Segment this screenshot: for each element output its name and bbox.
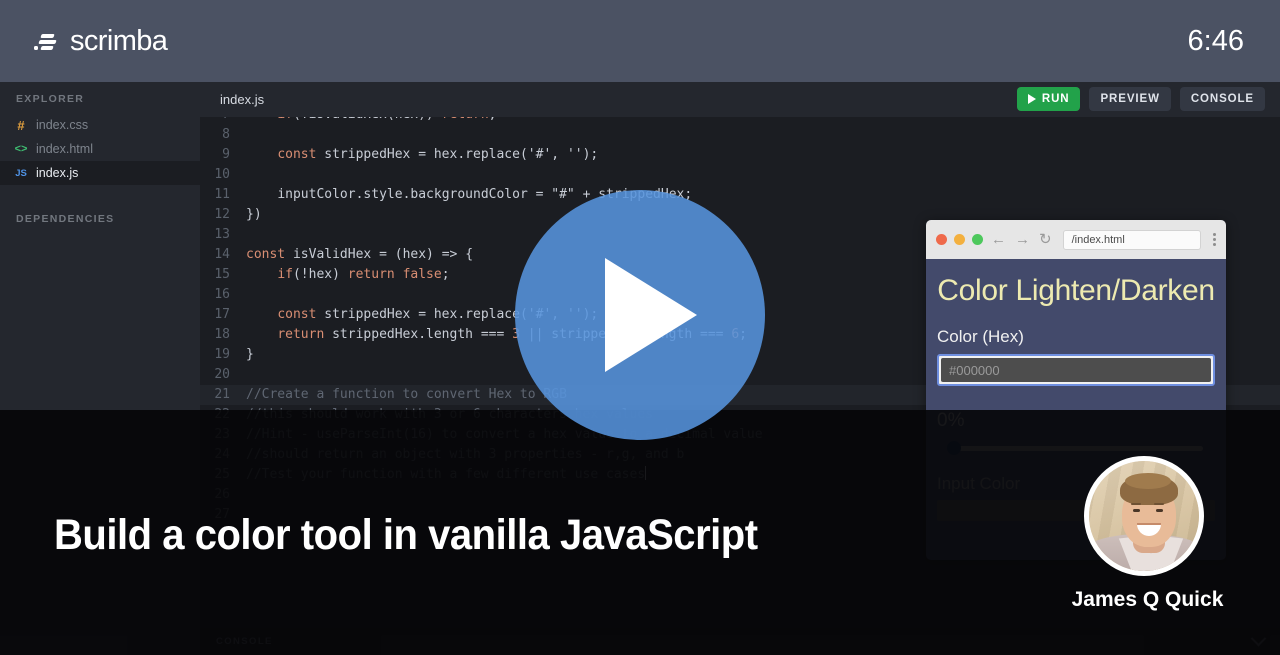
code-line: 11 inputColor.style.backgroundColor = "#… xyxy=(200,185,1280,205)
brand-logo[interactable]: scrimba xyxy=(34,24,168,58)
console-bar-label: CONSOLE xyxy=(216,636,273,647)
sidebar-item-label: index.css xyxy=(36,118,89,132)
arrow-right-icon[interactable]: → xyxy=(1015,232,1030,247)
sidebar-item-index-css[interactable]: # index.css xyxy=(0,113,200,137)
preview-button-label: PREVIEW xyxy=(1100,93,1160,105)
console-button-label: CONSOLE xyxy=(1190,93,1254,105)
run-button-label: RUN xyxy=(1041,93,1070,105)
preview-app-title: Color Lighten/Darken xyxy=(937,274,1215,307)
reload-icon[interactable]: ↻ xyxy=(1039,232,1052,247)
line-number: 17 xyxy=(214,307,230,322)
arrow-left-icon[interactable]: ← xyxy=(991,232,1006,247)
line-number: 19 xyxy=(214,347,230,362)
sidebar-item-index-js[interactable]: JS index.js xyxy=(0,161,200,185)
explorer-heading: EXPLORER xyxy=(16,93,85,105)
code-line: 9 const strippedHex = hex.replace('#', '… xyxy=(200,145,1280,165)
line-number: 23 xyxy=(214,427,230,442)
chevron-down-icon[interactable] xyxy=(1250,630,1267,647)
color-hex-input[interactable]: #000000 xyxy=(941,358,1211,382)
editor-tab-bar: index.js RUN PREVIEW CONSOLE xyxy=(200,82,1280,117)
slider-track xyxy=(949,446,1203,451)
line-number: 21 xyxy=(214,387,230,402)
presenter-avatar xyxy=(1084,456,1204,576)
video-title: Build a color tool in vanilla JavaScript xyxy=(54,511,758,559)
line-number: 25 xyxy=(214,467,230,482)
dependencies-heading: DEPENDENCIES xyxy=(16,213,115,225)
line-number: 20 xyxy=(214,367,230,382)
scrimba-screencast-screen: scrimba 6:46 EXPLORER # index.css <> ind… xyxy=(0,0,1280,655)
color-hex-input-wrapper[interactable]: #000000 xyxy=(937,354,1215,386)
line-number: 7 xyxy=(200,117,246,125)
console-bar[interactable]: CONSOLE xyxy=(200,628,1280,655)
code-tags-icon: <> xyxy=(14,143,28,155)
preview-button[interactable]: PREVIEW xyxy=(1089,87,1171,111)
line-number: 12 xyxy=(214,207,230,222)
presenter-name: James Q Quick xyxy=(1071,588,1224,611)
code-line: 10 xyxy=(200,165,1280,185)
file-explorer-sidebar: EXPLORER # index.css <> index.html JS in… xyxy=(0,82,200,655)
color-hex-label: Color (Hex) xyxy=(937,327,1024,346)
playback-clock: 6:46 xyxy=(1187,24,1244,57)
play-icon xyxy=(1027,94,1036,104)
play-button-icon[interactable] xyxy=(515,190,765,440)
line-number: 16 xyxy=(214,287,230,302)
line-number: 26 xyxy=(214,487,230,502)
console-button[interactable]: CONSOLE xyxy=(1179,87,1265,111)
run-button[interactable]: RUN xyxy=(1016,87,1081,111)
line-number: 13 xyxy=(214,227,230,242)
maximize-window-dot[interactable] xyxy=(972,234,983,245)
tab-index-js[interactable]: index.js xyxy=(200,82,278,117)
url-text: /index.html xyxy=(1071,233,1125,246)
brand-name: scrimba xyxy=(70,24,168,57)
browser-chrome-bar: ← → ↻ /index.html xyxy=(926,220,1226,259)
js-file-icon: JS xyxy=(15,167,27,179)
percent-value: 0% xyxy=(937,410,965,431)
slider-thumb[interactable] xyxy=(947,441,961,455)
hash-icon: # xyxy=(17,117,25,133)
sidebar-item-label: index.js xyxy=(36,166,79,180)
scrimba-logo-icon xyxy=(34,31,60,51)
minimize-window-dot[interactable] xyxy=(954,234,965,245)
code-line: 7 if(!isValidHex(hex)) return; xyxy=(200,117,1280,125)
app-top-bar: scrimba 6:46 xyxy=(0,0,1280,82)
line-number: 14 xyxy=(214,247,230,262)
close-window-dot[interactable] xyxy=(936,234,947,245)
line-number: 18 xyxy=(214,327,230,342)
code-line: 8 xyxy=(200,125,1280,145)
url-bar[interactable]: /index.html xyxy=(1062,229,1201,250)
sidebar-item-index-html[interactable]: <> index.html xyxy=(0,137,200,161)
play-triangle xyxy=(605,258,697,372)
line-number: 10 xyxy=(214,167,230,182)
kebab-menu-icon[interactable] xyxy=(1208,233,1216,246)
editor-actions: RUN PREVIEW CONSOLE xyxy=(1016,87,1265,111)
line-number: 8 xyxy=(222,127,230,142)
line-number: 11 xyxy=(214,187,230,202)
lighten-darken-slider[interactable] xyxy=(937,441,1215,455)
line-number: 22 xyxy=(214,407,230,422)
line-number: 24 xyxy=(214,447,230,462)
line-number: 9 xyxy=(222,147,230,162)
line-number: 15 xyxy=(214,267,230,282)
sidebar-item-label: index.html xyxy=(36,142,93,156)
